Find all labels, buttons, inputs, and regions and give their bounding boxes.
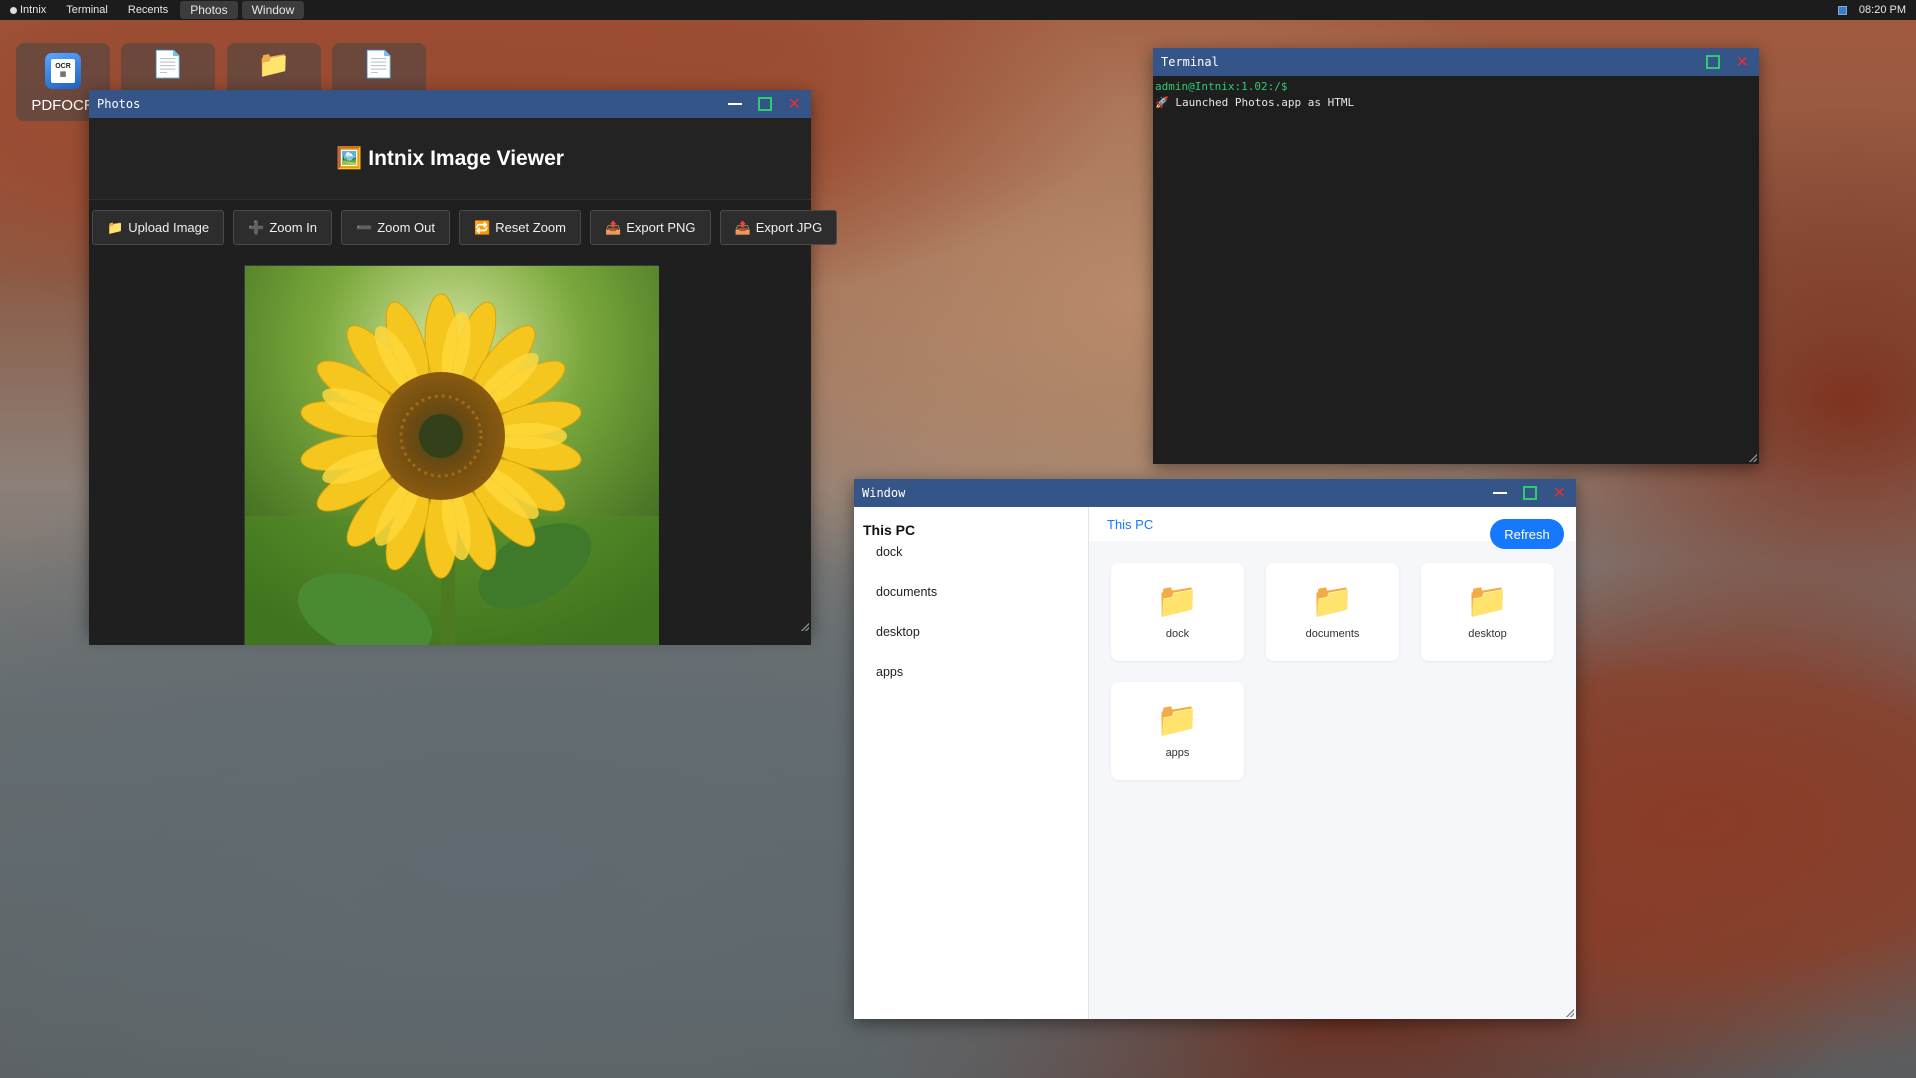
tray-keyboard-icon[interactable] xyxy=(1837,5,1847,15)
top-menu-bar: Intnix Terminal Recents Photos Window 08… xyxy=(0,0,1916,20)
terminal-output[interactable]: admin@Intnix:1.02:/$ 🚀 Launched Photos.a… xyxy=(1153,76,1759,114)
terminal-titlebar[interactable]: Terminal ✕ xyxy=(1153,48,1759,76)
folder-item-desktop[interactable]: 📁 desktop xyxy=(1421,563,1554,661)
sidebar-item-documents[interactable]: documents xyxy=(863,584,1088,624)
folder-name: apps xyxy=(1165,747,1190,759)
window-title: Terminal xyxy=(1161,55,1219,69)
terminal-prompt: admin@Intnix:1.02:/$ xyxy=(1155,80,1288,93)
minimize-button[interactable] xyxy=(1492,492,1507,494)
folder-grid: 📁 dock 📁 documents 📁 desktop 📁 apps xyxy=(1089,541,1576,802)
window-title: Window xyxy=(862,486,906,500)
photos-titlebar[interactable]: Photos ✕ xyxy=(89,90,811,118)
resize-handle[interactable] xyxy=(1566,1009,1574,1017)
resize-handle[interactable] xyxy=(1749,454,1757,462)
reset-zoom-button[interactable]: 🔁 Reset Zoom xyxy=(459,210,581,245)
document-icon: 📄 xyxy=(362,49,396,79)
zoom-in-button[interactable]: ➕ Zoom In xyxy=(233,210,333,245)
upload-image-button[interactable]: 📁 Upload Image xyxy=(92,210,225,245)
document-icon: 📄 xyxy=(151,49,185,79)
repeat-icon: 🔁 xyxy=(474,219,491,235)
viewer-title: Intnix Image Viewer xyxy=(368,146,564,170)
pdfocr-app-icon: OCR ▦ xyxy=(45,53,81,89)
folder-name: desktop xyxy=(1468,628,1507,640)
window-title: Photos xyxy=(97,97,141,111)
folder-icon: 📁 xyxy=(1311,582,1354,620)
image-stage[interactable] xyxy=(89,255,811,645)
close-button[interactable]: ✕ xyxy=(788,96,801,112)
sidebar-item-desktop[interactable]: desktop xyxy=(863,624,1088,664)
export-icon: 📤 xyxy=(734,219,751,235)
photos-window: Photos ✕ 🖼️ Intnix Image Viewer 📁 Upload … xyxy=(89,90,838,645)
export-icon: 📤 xyxy=(605,219,622,235)
desktop-icon-label: PDFOCR xyxy=(31,97,95,114)
minus-icon: ➖ xyxy=(356,219,373,235)
picture-icon: 🖼️ xyxy=(336,146,363,170)
sunflower-image xyxy=(244,265,659,645)
sidebar-title[interactable]: This PC xyxy=(863,522,1088,538)
menu-window[interactable]: Window xyxy=(241,1,305,19)
resize-handle[interactable] xyxy=(801,623,809,631)
zoom-out-button[interactable]: ➖ Zoom Out xyxy=(341,210,450,245)
folder-icon: 📁 xyxy=(1466,582,1509,620)
sidebar-item-apps[interactable]: apps xyxy=(863,664,1088,704)
terminal-line: 🚀 Launched Photos.app as HTML xyxy=(1155,96,1355,109)
close-button[interactable]: ✕ xyxy=(1553,485,1566,501)
maximize-button[interactable] xyxy=(1522,486,1537,500)
folder-item-dock[interactable]: 📁 dock xyxy=(1111,563,1244,661)
sunflower-illustration xyxy=(245,266,659,645)
folder-icon: 📁 xyxy=(107,219,124,235)
viewer-header: 🖼️ Intnix Image Viewer xyxy=(89,118,811,200)
folder-item-apps[interactable]: 📁 apps xyxy=(1111,682,1244,780)
breadcrumb[interactable]: This PC xyxy=(1107,517,1153,532)
folder-name: documents xyxy=(1305,628,1360,640)
explorer-content: This PC Refresh 📁 dock 📁 documents 📁 des… xyxy=(1089,507,1576,1019)
close-button[interactable]: ✕ xyxy=(1736,54,1749,70)
folder-icon: 📁 xyxy=(1156,582,1199,620)
export-png-button[interactable]: 📤 Export PNG xyxy=(590,210,711,245)
system-tray: 08:20 PM xyxy=(1837,0,1906,20)
refresh-button[interactable]: Refresh xyxy=(1490,519,1564,549)
file-explorer-window: Window ✕ This PC dock documents desktop … xyxy=(854,479,1576,1019)
minimize-button[interactable] xyxy=(727,103,742,105)
explorer-titlebar[interactable]: Window ✕ xyxy=(854,479,1576,507)
menu-photos[interactable]: Photos xyxy=(180,1,238,19)
folder-name: dock xyxy=(1165,628,1190,640)
maximize-button[interactable] xyxy=(757,97,772,111)
export-jpg-button[interactable]: 📤 Export JPG xyxy=(719,210,838,245)
explorer-sidebar: This PC dock documents desktop apps xyxy=(854,507,1089,1019)
plus-icon: ➕ xyxy=(248,219,265,235)
menu-recents[interactable]: Recents xyxy=(118,1,178,19)
intnix-logo-icon xyxy=(10,6,17,14)
terminal-window: Terminal ✕ admin@Intnix:1.02:/$ 🚀 Launch… xyxy=(1153,48,1759,464)
maximize-button[interactable] xyxy=(1705,55,1720,69)
explorer-pathbar: This PC Refresh xyxy=(1089,507,1576,549)
folder-icon: 📁 xyxy=(257,49,291,79)
menu-intnix[interactable]: Intnix xyxy=(0,1,56,19)
viewer-toolbar: 📁 Upload Image ➕ Zoom In ➖ Zoom Out 🔁 Reset … xyxy=(89,200,838,255)
folder-icon: 📁 xyxy=(1156,701,1199,739)
sidebar-item-dock[interactable]: dock xyxy=(863,544,1088,584)
folder-item-documents[interactable]: 📁 documents xyxy=(1266,563,1399,661)
clock: 08:20 PM xyxy=(1858,4,1906,16)
menu-terminal[interactable]: Terminal xyxy=(56,1,118,19)
